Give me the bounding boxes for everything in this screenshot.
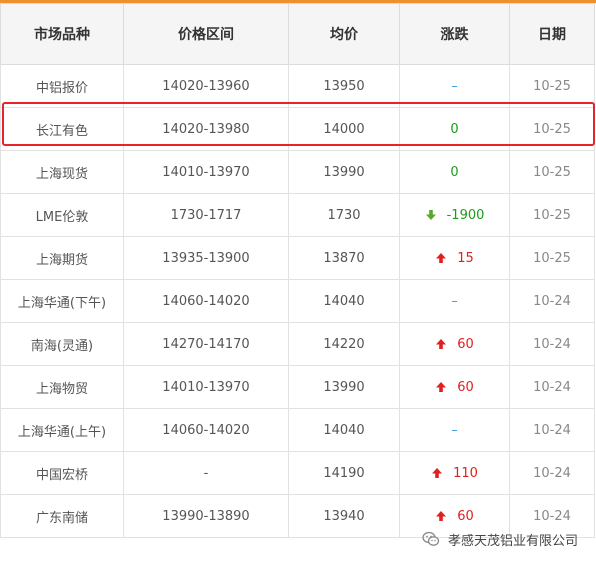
cell-market: 长江有色: [0, 107, 124, 151]
header-price-range: 价格区间: [123, 3, 289, 65]
cell-market: 上海现货: [0, 150, 124, 194]
cell-market: 上海华通(下午): [0, 279, 124, 323]
cell-market: LME伦敦: [0, 193, 124, 237]
table-row: 上海现货 14010-13970 13990 0 10-25: [0, 150, 595, 194]
cell-market: 广东南储: [0, 494, 124, 538]
up-arrow-icon: [435, 381, 447, 393]
table-row: 长江有色 14020-13980 14000 0 10-25: [0, 107, 595, 151]
header-change: 涨跌: [399, 3, 510, 65]
cell-change: 60: [399, 365, 510, 409]
cell-price-range: 14010-13970: [123, 150, 289, 194]
cell-market: 中铝报价: [0, 64, 124, 108]
header-market: 市场品种: [0, 3, 124, 65]
cell-price-range: 14270-14170: [123, 322, 289, 366]
wechat-icon: [422, 531, 440, 546]
cell-date: 10-25: [509, 107, 595, 151]
cell-change: -1900: [399, 193, 510, 237]
cell-change: –: [399, 64, 510, 108]
cell-date: 10-24: [509, 451, 595, 495]
cell-price-range: 1730-1717: [123, 193, 289, 237]
table-row: 上海物贸 14010-13970 13990 60 10-24: [0, 365, 595, 409]
change-value: 60: [457, 336, 474, 352]
cell-change: 110: [399, 451, 510, 495]
cell-date: 10-24: [509, 365, 595, 409]
table-row: 中铝报价 14020-13960 13950 – 10-25: [0, 64, 595, 108]
change-value: 15: [457, 250, 474, 266]
cell-date: 10-25: [509, 236, 595, 280]
cell-average: 13950: [288, 64, 400, 108]
cell-price-range: 14060-14020: [123, 279, 289, 323]
table-row: LME伦敦 1730-1717 1730 -1900 10-25: [0, 193, 595, 237]
header-average: 均价: [288, 3, 400, 65]
cell-average: 13940: [288, 494, 400, 538]
cell-change: 15: [399, 236, 510, 280]
cell-price-range: 14010-13970: [123, 365, 289, 409]
cell-market: 上海物贸: [0, 365, 124, 409]
cell-date: 10-24: [509, 322, 595, 366]
up-arrow-icon: [435, 252, 447, 264]
change-value: 60: [457, 508, 474, 524]
cell-average: 14220: [288, 322, 400, 366]
watermark: 孝感天茂铝业有限公司: [422, 529, 578, 549]
cell-price-range: 14060-14020: [123, 408, 289, 452]
cell-change: 0: [399, 150, 510, 194]
watermark-text: 孝感天茂铝业有限公司: [447, 533, 578, 549]
cell-date: 10-24: [509, 408, 595, 452]
up-arrow-icon: [431, 467, 443, 479]
cell-date: 10-24: [509, 279, 595, 323]
cell-price-range: 14020-13980: [123, 107, 289, 151]
cell-average: 1730: [288, 193, 400, 237]
cell-average: 13990: [288, 150, 400, 194]
table-row: 上海期货 13935-13900 13870 15 10-25: [0, 236, 595, 280]
cell-average: 14190: [288, 451, 400, 495]
down-arrow-icon: [425, 209, 437, 221]
table-body: 中铝报价 14020-13960 13950–10-25 长江有色 14020-1398…: [0, 64, 595, 538]
table-row: 南海(灵通) 14270-14170 14220 60 10-24: [0, 322, 595, 366]
cell-price-range: 13935-13900: [123, 236, 289, 280]
table-row: 上海华通(上午) 14060-14020 14040 – 10-24: [0, 408, 595, 452]
cell-market: 上海期货: [0, 236, 124, 280]
table-header-row: 市场品种 价格区间 均价 涨跌 日期: [0, 3, 595, 65]
cell-market: 中国宏桥: [0, 451, 124, 495]
table-row: 中国宏桥 -14190 110 10-24: [0, 451, 595, 495]
cell-price-range: 13990-13890: [123, 494, 289, 538]
cell-market: 上海华通(上午): [0, 408, 124, 452]
cell-date: 10-25: [509, 64, 595, 108]
change-value: 110: [453, 465, 478, 481]
cell-change: 60: [399, 322, 510, 366]
cell-date: 10-25: [509, 193, 595, 237]
cell-average: 14000: [288, 107, 400, 151]
cell-change: 0: [399, 107, 510, 151]
price-table: 市场品种 价格区间 均价 涨跌 日期 中铝报价 14020-13960 13950 –…: [0, 3, 595, 538]
up-arrow-icon: [435, 510, 447, 522]
price-table-container: 市场品种 价格区间 均价 涨跌 日期 中铝报价 14020-13960 13950 –…: [0, 0, 596, 538]
cell-average: 13870: [288, 236, 400, 280]
cell-change: –: [399, 279, 510, 323]
cell-market: 南海(灵通): [0, 322, 124, 366]
change-value: –: [451, 78, 458, 94]
change-value: –: [451, 422, 458, 438]
cell-average: 14040: [288, 279, 400, 323]
cell-average: 14040: [288, 408, 400, 452]
cell-average: 13990: [288, 365, 400, 409]
up-arrow-icon: [435, 338, 447, 350]
cell-price-range: 14020-13960: [123, 64, 289, 108]
cell-change: –: [399, 408, 510, 452]
change-value: 60: [457, 379, 474, 395]
header-date: 日期: [509, 3, 595, 65]
change-value: 0: [450, 121, 459, 137]
table-row: 上海华通(下午) 14060-14020 14040 – 10-24: [0, 279, 595, 323]
cell-date: 10-25: [509, 150, 595, 194]
change-value: 0: [450, 164, 459, 180]
change-value: –: [451, 293, 458, 309]
cell-price-range: -: [123, 451, 289, 495]
change-value: -1900: [446, 207, 485, 223]
